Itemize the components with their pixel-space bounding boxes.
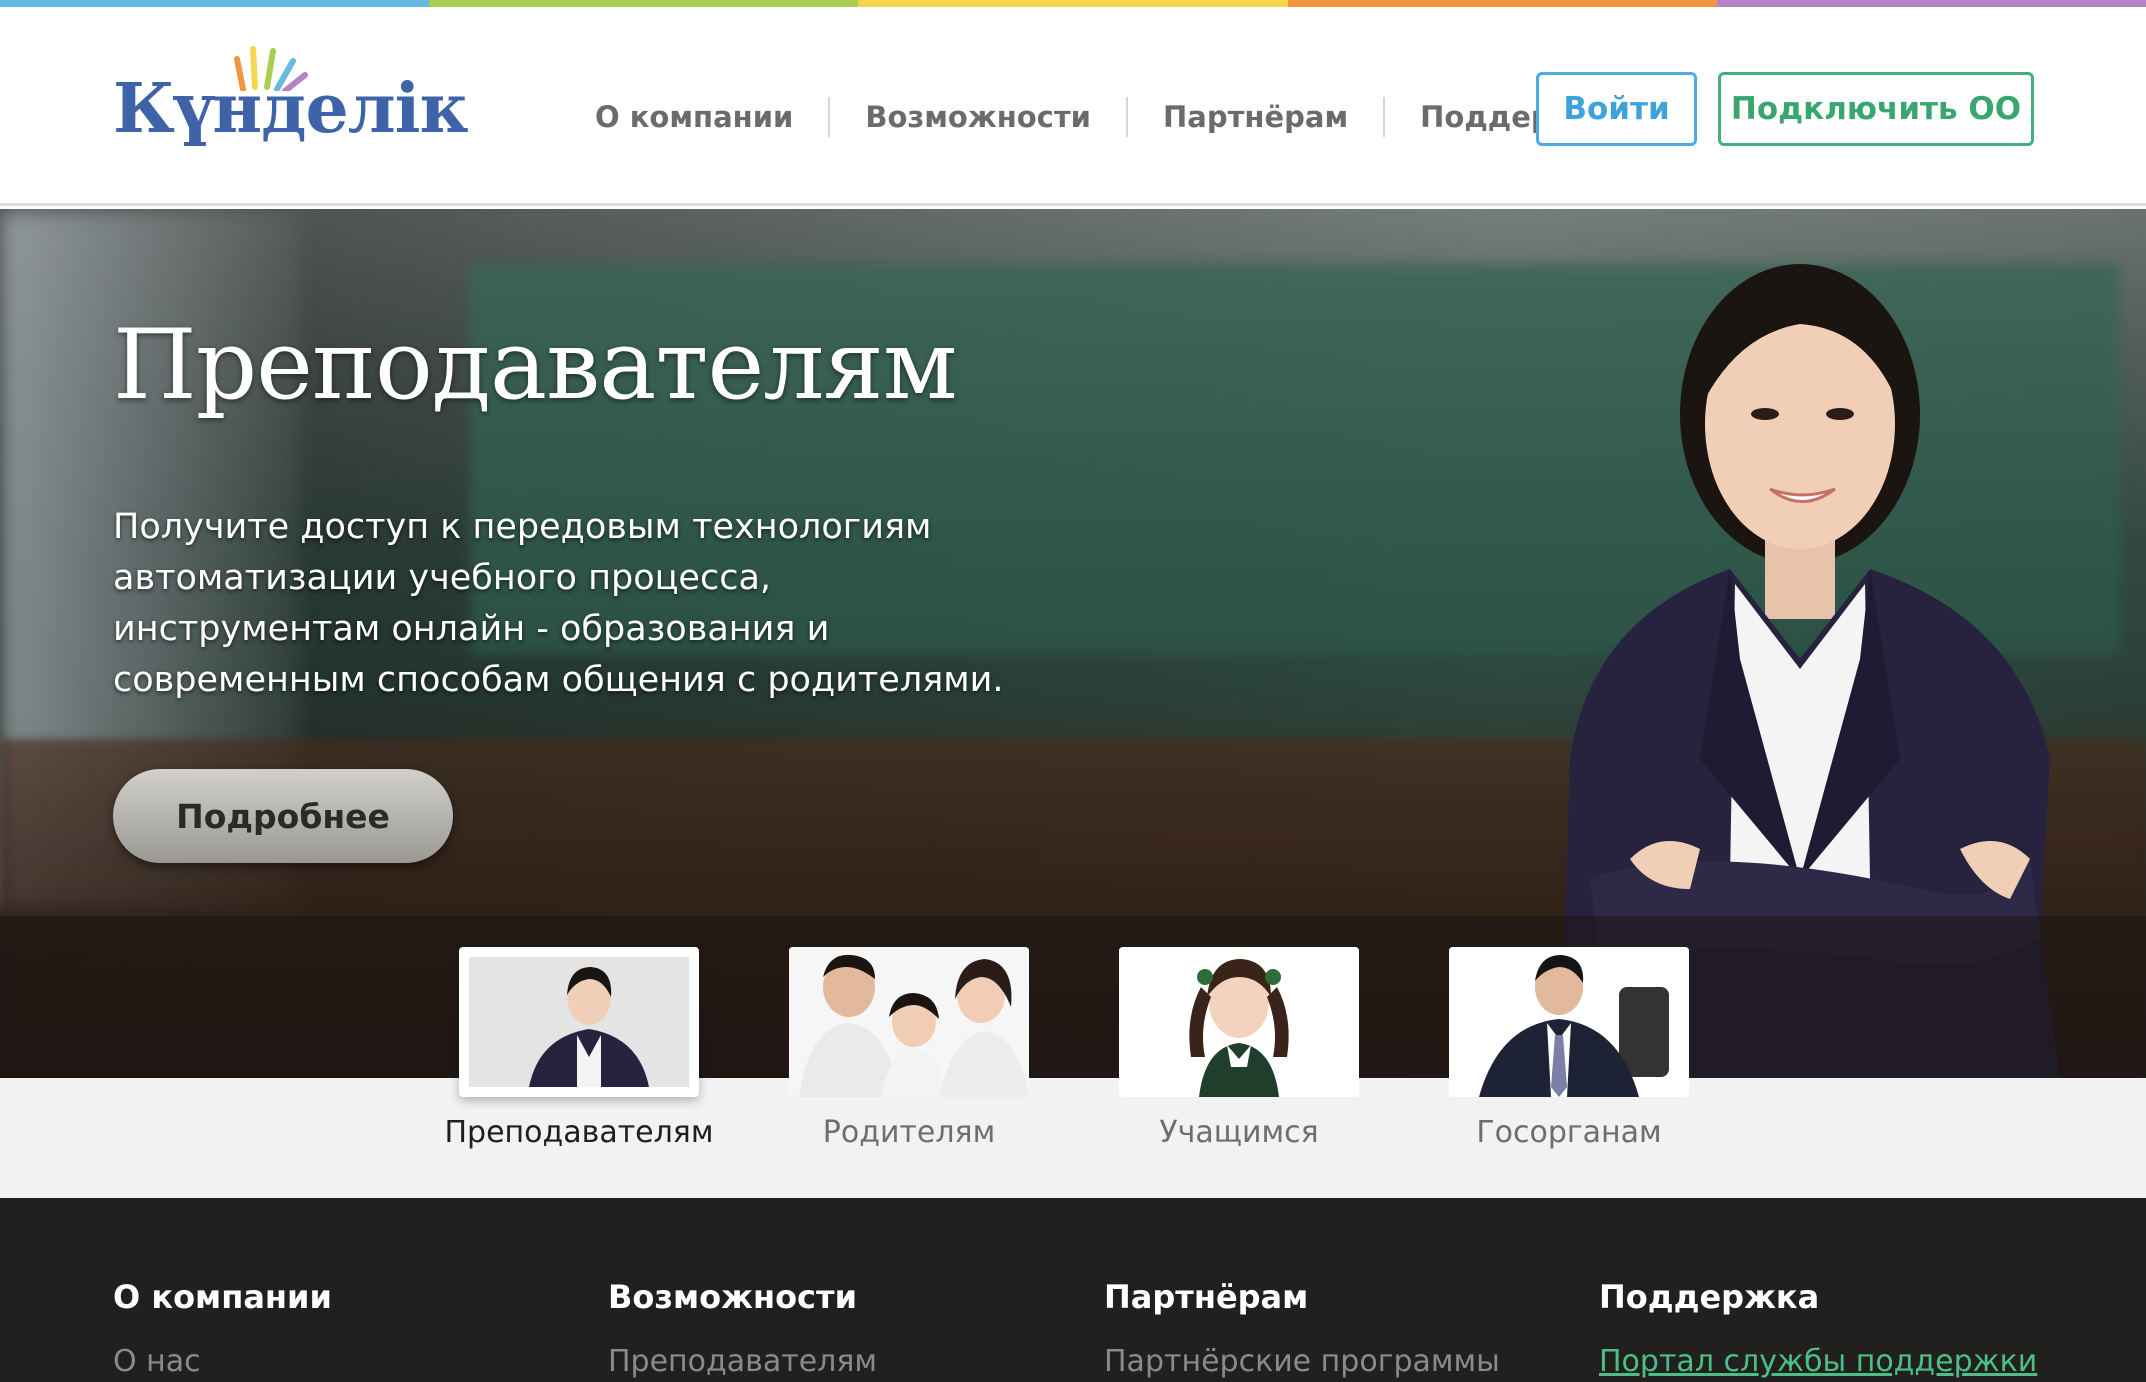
audience-thumb-government[interactable] (1449, 947, 1689, 1097)
login-button[interactable]: Войти (1536, 72, 1697, 146)
audience-label-parents[interactable]: Родителям (759, 1115, 1059, 1150)
audience-label-band (0, 1078, 2146, 1198)
stripe-segment-orange (1287, 0, 1717, 7)
audience-label-students[interactable]: Учащимся (1089, 1115, 1389, 1150)
footer-heading: Возможности (608, 1278, 857, 1316)
footer-link-support-portal[interactable]: Портал службы поддержки (1599, 1344, 2037, 1379)
audience-label-government[interactable]: Госорганам (1419, 1115, 1719, 1150)
audience-thumb-band (0, 916, 2146, 1078)
more-details-button[interactable]: Подробнее (113, 769, 453, 863)
audience-label-teachers[interactable]: Преподавателям (429, 1115, 729, 1150)
audience-thumb-students[interactable] (1119, 947, 1359, 1097)
teacher-thumb-image (469, 957, 689, 1087)
stripe-segment-purple (1716, 0, 2146, 7)
footer-heading: Партнёрам (1104, 1278, 1309, 1316)
site-logo[interactable]: Күнделік (113, 41, 469, 166)
audience-thumb-parents[interactable] (789, 947, 1029, 1097)
logo-text: Күнделік (113, 69, 469, 149)
nav-item-about[interactable]: О компании (560, 97, 828, 137)
government-thumb-image (1449, 947, 1689, 1097)
footer-column-features: Возможности Преподавателям (608, 1278, 1088, 1379)
parents-thumb-image (789, 947, 1029, 1097)
footer-link[interactable]: О нас (113, 1344, 201, 1379)
audience-thumb-teachers[interactable] (459, 947, 699, 1097)
footer-heading: О компании (113, 1278, 332, 1316)
stripe-segment-yellow (858, 0, 1288, 7)
stripe-segment-green (429, 0, 859, 7)
hero-title: Преподавателям (113, 309, 958, 421)
footer-column-partners: Партнёрам Партнёрские программы (1104, 1278, 1584, 1379)
footer-heading: Поддержка (1599, 1278, 1820, 1316)
connect-school-button[interactable]: Подключить ОО (1718, 72, 2034, 146)
site-header: Күнделік О компании Возможности Партнёра… (0, 7, 2146, 206)
students-thumb-image (1119, 947, 1359, 1097)
top-color-stripe (0, 0, 2146, 7)
footer-column-support: Поддержка Портал службы поддержки (1599, 1278, 2079, 1379)
footer-link[interactable]: Преподавателям (608, 1344, 877, 1379)
main-nav: О компании Возможности Партнёрам Поддерж… (560, 87, 1655, 147)
footer-column-about: О компании О нас (113, 1278, 593, 1379)
nav-item-partners[interactable]: Партнёрам (1128, 97, 1383, 137)
nav-item-features[interactable]: Возможности (830, 97, 1126, 137)
footer-link[interactable]: Партнёрские программы (1104, 1344, 1500, 1379)
hero-description: Получите доступ к передовым технологиям … (113, 507, 1004, 700)
stripe-segment-blue (0, 0, 430, 7)
